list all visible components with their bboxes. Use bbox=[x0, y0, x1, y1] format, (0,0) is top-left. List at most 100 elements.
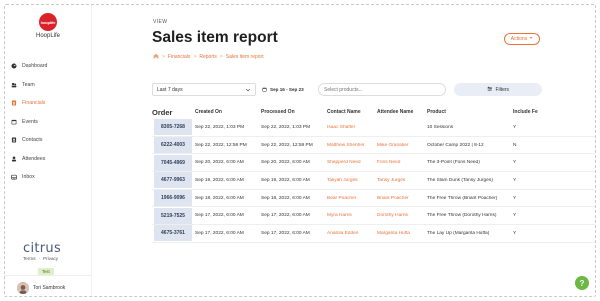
order-number[interactable]: 6222-4003 bbox=[154, 137, 192, 154]
sidebar-item-label: Contacts bbox=[22, 137, 43, 144]
contact-name[interactable]: Matthew Shenher bbox=[327, 143, 377, 148]
column-header-created[interactable]: Created On bbox=[195, 109, 261, 115]
processed-on: Sep 22, 2022, 1:03 PM bbox=[261, 124, 311, 130]
contact-name[interactable]: Taliyah Jurges bbox=[327, 178, 377, 183]
sidebar-item-contacts[interactable]: Contacts bbox=[5, 131, 91, 150]
period-select[interactable]: Last 7 days bbox=[152, 83, 256, 96]
test-badge: Test bbox=[38, 268, 54, 275]
table-row[interactable]: 4675-3761 Sep 17, 2022, 6:00 AM Sep 17, … bbox=[152, 225, 595, 243]
table-row[interactable]: 4677-9963 Sep 19, 2022, 6:00 AM Sep 19, … bbox=[152, 172, 595, 190]
column-header-attendee[interactable]: Attendee Name bbox=[377, 109, 427, 115]
dot-separator: · bbox=[38, 256, 41, 261]
sales-table: Order Created On Processed On Contact Na… bbox=[152, 105, 595, 243]
attendee-name[interactable]: Briant Poacher bbox=[377, 196, 427, 201]
avatar bbox=[17, 282, 29, 294]
processed-on: Sep 18, 2022, 6:00 AM bbox=[261, 195, 310, 201]
include-fee: Y bbox=[513, 160, 517, 166]
breadcrumb-reports[interactable]: Reports bbox=[199, 54, 217, 60]
created-on: Sep 22, 2022, 1:03 PM bbox=[195, 124, 245, 130]
sidebar-item-label: Dashboard bbox=[22, 63, 48, 70]
product: October Camp 2022 | 8-12 bbox=[427, 142, 484, 148]
user-name: Tori Sambrook bbox=[33, 285, 66, 291]
table-row[interactable]: 8305-7268 Sep 22, 2022, 1:03 PM Sep 22, … bbox=[152, 119, 595, 137]
attendee-name[interactable]: Fons Need bbox=[377, 160, 427, 165]
breadcrumb-current: Sales item report bbox=[225, 54, 264, 60]
order-number[interactable]: 4675-3761 bbox=[154, 225, 192, 242]
table-row[interactable]: 7045-4969 Sep 20, 2022, 6:00 AM Sep 20, … bbox=[152, 154, 595, 173]
include-fee: Y bbox=[513, 230, 517, 236]
created-on: Sep 22, 2022, 12:58 PM bbox=[195, 142, 247, 148]
attendee-name[interactable]: Margarita Huffa bbox=[377, 231, 427, 236]
page-title: Sales item report bbox=[152, 29, 278, 46]
sidebar-item-events[interactable]: Events bbox=[5, 113, 91, 132]
column-header-order[interactable]: Order bbox=[152, 108, 195, 117]
breadcrumb-separator: > bbox=[162, 54, 165, 60]
sidebar-item-team[interactable]: Team bbox=[5, 76, 91, 95]
sidebar-item-dashboard[interactable]: Dashboard bbox=[5, 57, 91, 76]
column-header-include-fee[interactable]: Include Fe bbox=[513, 109, 543, 115]
column-header-contact[interactable]: Contact Name bbox=[327, 109, 377, 115]
sidebar-item-attendees[interactable]: Attendees bbox=[5, 150, 91, 169]
main-content: VIEW Sales item report > Financials > Re… bbox=[91, 5, 595, 296]
filter-sliders-icon bbox=[487, 86, 493, 94]
table-row[interactable]: 6222-4003 Sep 22, 2022, 12:58 PM Sep 22,… bbox=[152, 137, 595, 155]
attendee-name[interactable]: Mike Granatier bbox=[377, 143, 427, 148]
processed-on: Sep 19, 2022, 6:00 AM bbox=[261, 177, 310, 183]
created-on: Sep 20, 2022, 6:00 AM bbox=[195, 160, 244, 166]
financials-icon: $ bbox=[11, 100, 17, 106]
logo-badge: hooplife bbox=[39, 13, 57, 31]
team-icon bbox=[11, 82, 17, 88]
sidebar-item-inbox[interactable]: Inbox bbox=[5, 168, 91, 187]
contact-name[interactable]: Bear Poacher bbox=[327, 196, 377, 201]
home-icon[interactable] bbox=[153, 53, 159, 61]
sidebar-item-label: Attendees bbox=[22, 155, 46, 162]
inbox-icon bbox=[11, 174, 17, 180]
contact-name[interactable]: Anatola Edden bbox=[327, 231, 377, 236]
processed-on: Sep 17, 2022, 6:00 AM bbox=[261, 230, 310, 236]
product-search-input[interactable] bbox=[318, 83, 446, 96]
include-fee: Y bbox=[513, 213, 517, 219]
created-on: Sep 18, 2022, 6:00 AM bbox=[195, 195, 244, 201]
order-number[interactable]: 5219-7525 bbox=[154, 207, 192, 224]
product: 10 Sessions bbox=[427, 124, 454, 130]
brand-logo: citrus bbox=[23, 241, 62, 256]
events-icon bbox=[11, 119, 17, 125]
app-frame: hooplife HoopLife Dashboard Team $ Finan… bbox=[4, 4, 596, 297]
help-button[interactable]: ? bbox=[575, 276, 589, 290]
order-number[interactable]: 1966-9096 bbox=[154, 190, 192, 207]
order-number[interactable]: 4677-9963 bbox=[154, 172, 192, 189]
include-fee: Y bbox=[513, 195, 517, 201]
processed-on: Sep 22, 2022, 12:58 PM bbox=[261, 142, 313, 148]
chevron-down-icon bbox=[245, 87, 251, 93]
sidebar-item-label: Events bbox=[22, 118, 38, 125]
actions-button[interactable]: Actions bbox=[504, 33, 540, 45]
attendee-name[interactable]: Dorothy Harris bbox=[377, 213, 427, 218]
sidebar-nav: Dashboard Team $ Financials Events Conta… bbox=[5, 57, 91, 187]
processed-on: Sep 20, 2022, 6:00 AM bbox=[261, 160, 310, 166]
date-range-value: Sep 16 - Sep 23 bbox=[270, 87, 304, 92]
table-row[interactable]: 1966-9096 Sep 18, 2022, 6:00 AM Sep 18, … bbox=[152, 190, 595, 208]
order-number[interactable]: 8305-7268 bbox=[154, 119, 192, 136]
app-name: HoopLife bbox=[35, 33, 61, 39]
filter-bar: Last 7 days Sep 16 - Sep 23 Filters bbox=[152, 83, 542, 96]
product: The 3-Point (Fons Need) bbox=[427, 160, 480, 166]
include-fee: Y bbox=[513, 124, 517, 130]
breadcrumb-separator: > bbox=[219, 54, 223, 60]
period-value: Last 7 days bbox=[157, 86, 183, 93]
date-range[interactable]: Sep 16 - Sep 23 bbox=[262, 83, 304, 96]
breadcrumb-financials[interactable]: Financials bbox=[168, 54, 191, 60]
order-number[interactable]: 7045-4969 bbox=[154, 154, 192, 171]
table-row[interactable]: 5219-7525 Sep 17, 2022, 6:00 AM Sep 17, … bbox=[152, 207, 595, 226]
contact-name[interactable]: Myra Harris bbox=[327, 213, 377, 218]
column-header-processed[interactable]: Processed On bbox=[261, 109, 327, 115]
logo[interactable]: hooplife HoopLife bbox=[31, 13, 65, 39]
column-header-product[interactable]: Product bbox=[427, 109, 513, 115]
contact-name[interactable]: Isaac Shaffer bbox=[327, 125, 377, 130]
sidebar-item-financials[interactable]: $ Financials bbox=[5, 94, 91, 113]
privacy-link[interactable]: Privacy bbox=[43, 256, 58, 261]
attendee-name[interactable]: Tansy Jurges bbox=[377, 178, 427, 183]
user-menu[interactable]: Tori Sambrook bbox=[5, 275, 91, 296]
filters-button[interactable]: Filters bbox=[454, 83, 542, 96]
contact-name[interactable]: Shepperd Need bbox=[327, 160, 377, 165]
terms-link[interactable]: Terms bbox=[23, 256, 36, 261]
